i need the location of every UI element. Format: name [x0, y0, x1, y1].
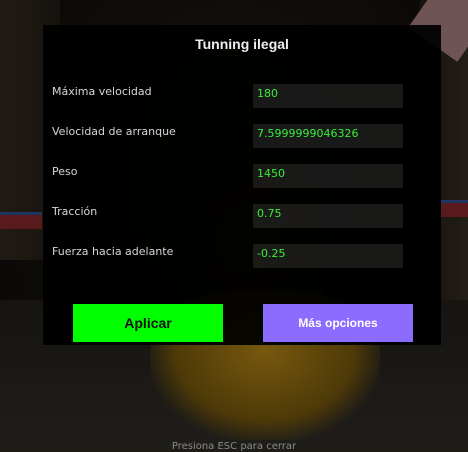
label-max-speed: Máxima velocidad — [52, 85, 152, 98]
input-traction[interactable]: 0.75 — [253, 204, 403, 228]
input-weight[interactable]: 1450 — [253, 164, 403, 188]
esc-close-hint: Presiona ESC para cerrar — [171, 441, 297, 452]
label-weight: Peso — [52, 165, 78, 178]
label-forward-force: Fuerza hacia adelante — [52, 245, 174, 258]
label-traction: Tracción — [52, 205, 98, 218]
dialog-title: Tunning ilegal — [195, 36, 289, 52]
input-forward-force[interactable]: -0.25 — [253, 244, 403, 268]
input-acceleration[interactable]: 7.5999999046326 — [253, 124, 403, 148]
tuning-dialog: Tunning ilegal Máxima velocidad 180 Velo… — [43, 25, 441, 345]
label-acceleration: Velocidad de arranque — [52, 125, 176, 138]
more-options-button[interactable]: Más opciones — [263, 304, 413, 342]
apply-button[interactable]: Aplicar — [73, 304, 223, 342]
input-max-speed[interactable]: 180 — [253, 84, 403, 108]
